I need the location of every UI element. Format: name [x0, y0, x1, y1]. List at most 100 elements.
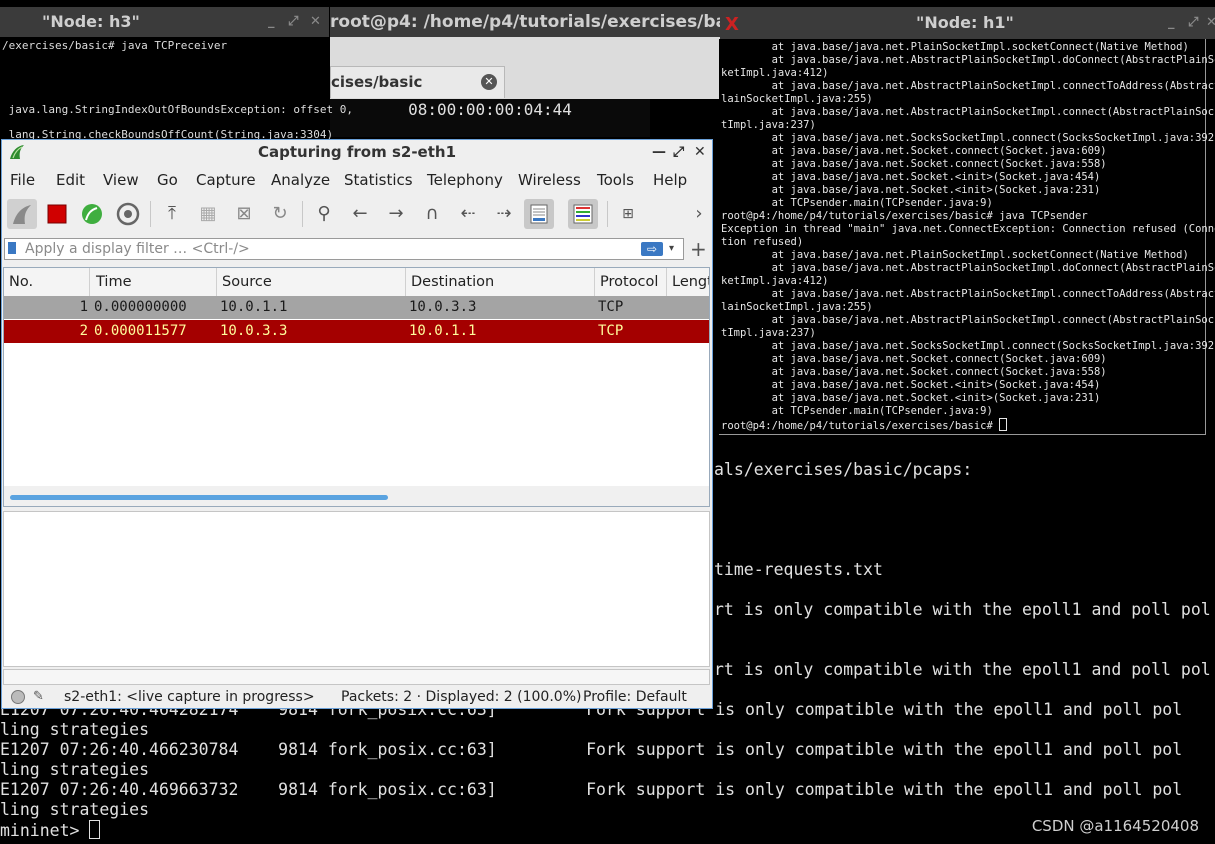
toolbar-divider: [302, 201, 303, 227]
terminal-prompt[interactable]: root@p4:/home/p4/tutorials/exercises/bas…: [721, 418, 1008, 433]
menu-wireless[interactable]: Wireless: [518, 171, 581, 189]
menu-capture[interactable]: Capture: [196, 171, 256, 189]
cell-time: 0.000000000: [94, 299, 187, 315]
menu-telephony[interactable]: Telephony: [427, 171, 503, 189]
terminal-line: tImpl.java:237): [721, 119, 816, 131]
terminal-line: at java.base/java.net.AbstractPlainSocke…: [721, 288, 1215, 300]
column-header-length[interactable]: Length: [667, 268, 709, 296]
close-file-icon[interactable]: ⊠: [229, 199, 259, 229]
shark-fin-icon[interactable]: [7, 199, 37, 229]
column-header-destination[interactable]: Destination: [406, 268, 595, 296]
terminal-cursor: [999, 418, 1008, 431]
terminal-line: ketImpl.java:412): [721, 67, 829, 79]
cell-source: 10.0.1.1: [220, 299, 288, 315]
reload-icon[interactable]: ↻: [265, 199, 295, 229]
cell-no: 1: [79, 299, 88, 315]
terminal-line: ling strategies: [0, 800, 150, 819]
chevron-down-icon[interactable]: ▾: [669, 239, 674, 259]
terminal-line: /exercises/basic# java TCPreceiver: [2, 39, 228, 52]
terminal-line: at java.base/java.net.Socket.connect(Soc…: [721, 145, 1107, 157]
terminal-line: tImpl.java:237): [721, 327, 816, 339]
first-packet-icon[interactable]: ⇠: [453, 199, 483, 229]
menu-analyze[interactable]: Analyze: [271, 171, 330, 189]
minimize-icon[interactable]: —: [652, 140, 666, 165]
column-header-time[interactable]: Time: [91, 268, 217, 296]
minimize-icon[interactable]: _: [268, 7, 275, 37]
terminal-line: rt is only compatible with the epoll1 an…: [714, 660, 1211, 679]
xterm-titlebar[interactable]: root@p4: /home/p4/tutorials/exercises/ba…: [330, 7, 730, 37]
terminal-line: at TCPsender.main(TCPsender.java:9): [721, 197, 993, 209]
menu-file[interactable]: File: [10, 171, 35, 189]
terminal-line: at java.base/java.net.SocksSocketImpl.co…: [721, 132, 1215, 144]
close-icon[interactable]: ✕: [694, 140, 706, 165]
terminal-line: root@p4:/home/p4/tutorials/exercises/bas…: [721, 210, 1088, 222]
capture-options-icon[interactable]: [113, 199, 143, 229]
expert-info-icon[interactable]: [11, 690, 25, 704]
status-bar: ✎ s2-eth1: <live capture in progress> Pa…: [2, 686, 712, 708]
find-packet-icon[interactable]: ⚲: [309, 199, 339, 229]
terminal-line: ling strategies: [0, 720, 150, 739]
display-filter-bar: ⇨ ▾: [4, 238, 684, 260]
restart-capture-icon[interactable]: [77, 199, 107, 229]
display-filter-input[interactable]: [25, 239, 625, 259]
menu-statistics[interactable]: Statistics: [344, 171, 413, 189]
packet-list[interactable]: No. Time Source Destination Protocol Len…: [3, 267, 710, 507]
go-to-packet-icon[interactable]: ∩: [417, 199, 447, 229]
terminal-line: at java.base/java.net.PlainSocketImpl.so…: [721, 249, 1189, 261]
close-icon[interactable]: ✕: [310, 7, 321, 37]
close-tab-icon[interactable]: ✕: [481, 74, 497, 90]
wireshark-titlebar[interactable]: Capturing from s2-eth1 — ⤢ ✕: [2, 140, 712, 165]
capture-comment-icon[interactable]: ✎: [33, 686, 44, 708]
terminal-line: at java.base/java.net.Socket.<init>(Sock…: [721, 184, 1101, 196]
status-packets: Packets: 2 · Displayed: 2 (100.0%): [341, 689, 582, 705]
watermark: CSDN @a1164520408: [1031, 817, 1199, 835]
maximize-icon[interactable]: ⤢: [288, 7, 298, 37]
terminal-cursor: [89, 820, 101, 839]
terminal-line: at java.base/java.net.Socket.connect(Soc…: [721, 366, 1107, 378]
minimize-icon[interactable]: _: [1168, 7, 1175, 39]
close-icon[interactable]: ✕: [1206, 7, 1215, 39]
save-file-icon[interactable]: ▦: [193, 199, 223, 229]
table-row[interactable]: 2 0.000011577 10.0.3.3 10.0.1.1 TCP: [4, 320, 709, 343]
window-title: Capturing from s2-eth1: [257, 143, 457, 161]
menu-view[interactable]: View: [103, 171, 139, 189]
xterm-tab[interactable]: cises/basic ✕: [330, 66, 505, 98]
packet-details-pane[interactable]: [3, 511, 710, 667]
toolbar-divider: [607, 201, 608, 227]
cell-time: 0.000011577: [94, 323, 187, 339]
terminal-line: at java.base/java.net.Socket.<init>(Sock…: [721, 379, 1101, 391]
maximize-icon[interactable]: ⤢: [673, 140, 684, 165]
go-back-icon[interactable]: ←: [345, 199, 375, 229]
horizontal-scrollbar[interactable]: [10, 495, 388, 500]
more-chevron-icon[interactable]: ›: [684, 199, 714, 229]
h3-titlebar[interactable]: "Node: h3" _ ⤢ ✕: [0, 7, 329, 37]
column-header-protocol[interactable]: Protocol: [595, 268, 667, 296]
packet-bytes-pane[interactable]: [3, 669, 710, 685]
zoom-in-icon[interactable]: ⊞: [613, 199, 643, 229]
open-file-icon[interactable]: ⤒: [157, 199, 187, 229]
table-row[interactable]: 1 0.000000000 10.0.1.1 10.0.3.3 TCP: [4, 296, 709, 319]
stop-icon[interactable]: [42, 199, 72, 229]
column-header-no[interactable]: No.: [4, 268, 90, 296]
colorize-icon[interactable]: [568, 199, 598, 229]
last-packet-icon[interactable]: ⇢: [489, 199, 519, 229]
bookmark-icon[interactable]: [8, 242, 16, 254]
add-filter-button-icon[interactable]: +: [690, 238, 707, 260]
terminal-line: at java.base/java.net.SocksSocketImpl.co…: [721, 340, 1215, 352]
terminal-line: at java.base/java.net.Socket.connect(Soc…: [721, 353, 1107, 365]
apply-filter-icon[interactable]: ⇨: [641, 242, 663, 256]
terminal-line: java.lang.StringIndexOutOfBoundsExceptio…: [2, 103, 353, 116]
go-forward-icon[interactable]: →: [381, 199, 411, 229]
h1-terminal[interactable]: at java.base/java.net.PlainSocketImpl.so…: [719, 39, 1215, 435]
column-header-source[interactable]: Source: [217, 268, 406, 296]
h1-titlebar[interactable]: "Node: h1" _ ⤢ ✕: [720, 7, 1215, 39]
menu-go[interactable]: Go: [157, 171, 178, 189]
mininet-prompt[interactable]: mininet>: [0, 820, 101, 840]
menu-tools[interactable]: Tools: [597, 171, 634, 189]
maximize-icon[interactable]: ⤢: [1188, 7, 1198, 39]
cell-destination: 10.0.3.3: [409, 299, 477, 315]
menu-help[interactable]: Help: [653, 171, 687, 189]
status-profile[interactable]: Profile: Default: [583, 686, 687, 708]
autoscroll-icon[interactable]: [524, 199, 554, 229]
menu-edit[interactable]: Edit: [56, 171, 85, 189]
